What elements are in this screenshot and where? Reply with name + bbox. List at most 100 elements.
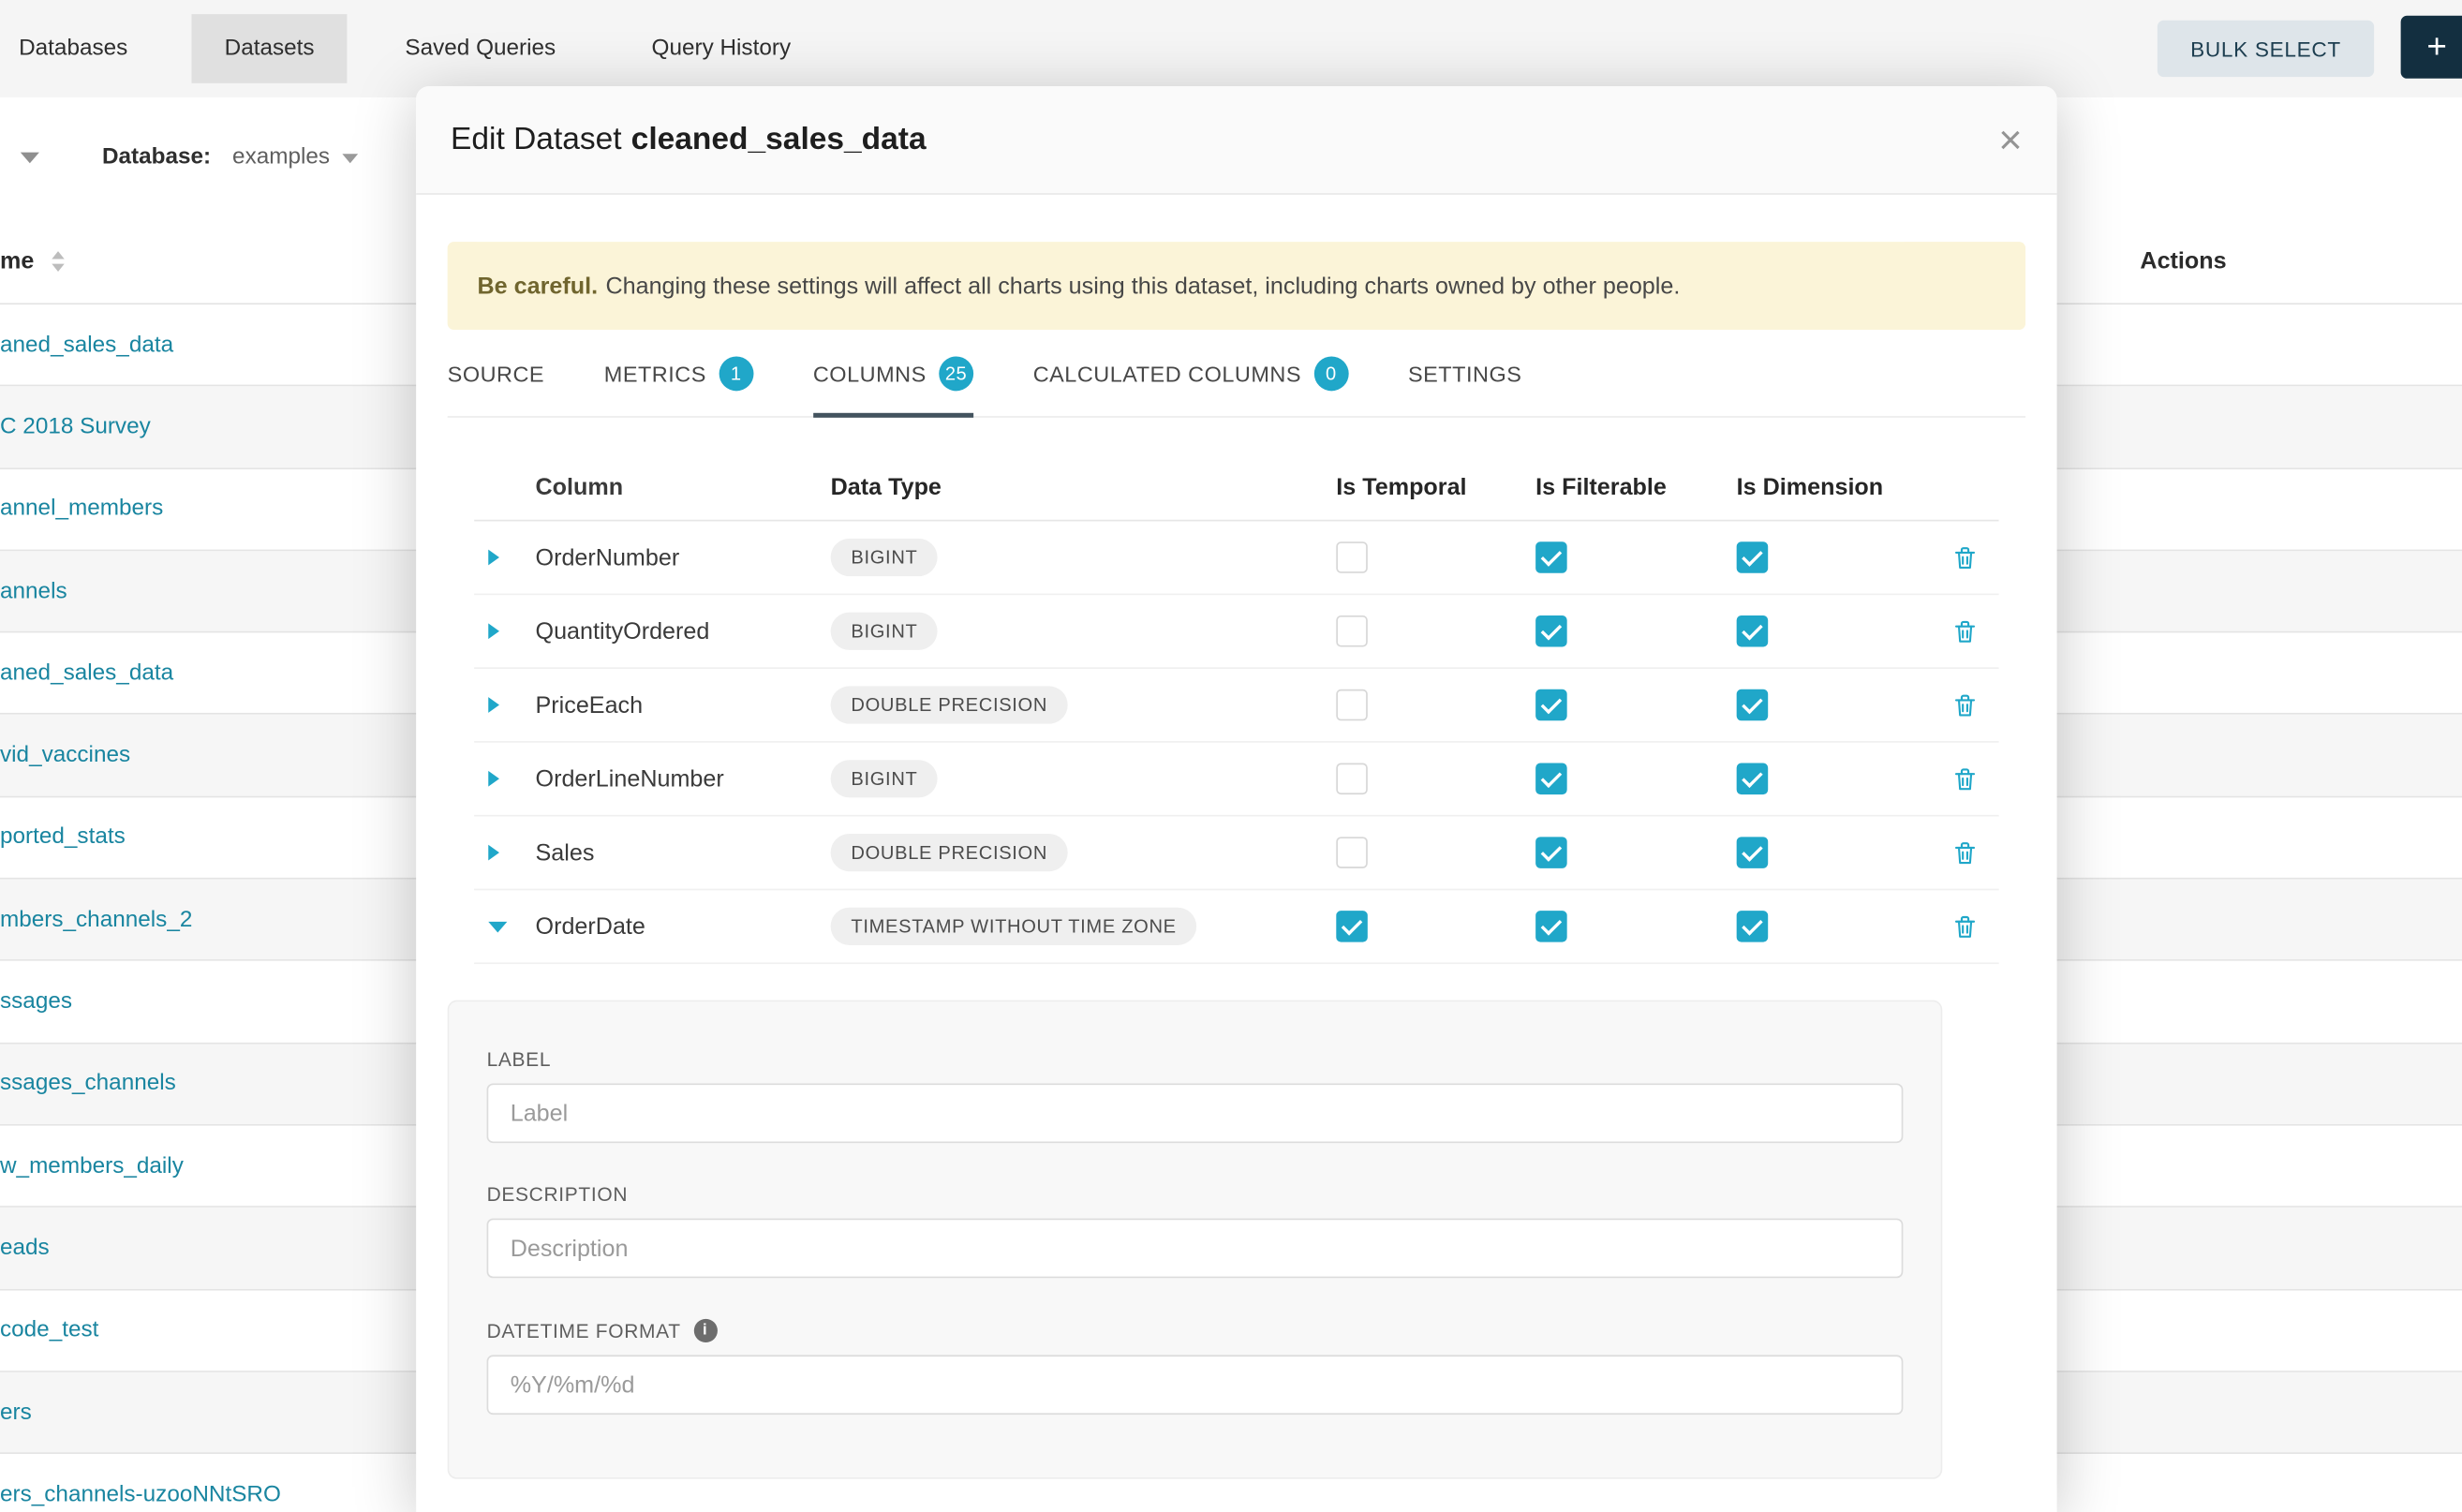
is-temporal-checkbox[interactable] <box>1336 689 1368 721</box>
data-type-pill: DOUBLE PRECISION <box>831 834 1068 871</box>
delete-column-button[interactable] <box>1951 839 1978 866</box>
is-temporal-checkbox[interactable] <box>1336 911 1368 942</box>
bulk-select-button[interactable]: BULK SELECT <box>2158 21 2374 77</box>
filter-select-caret-icon[interactable] <box>21 153 39 164</box>
warning-text: Changing these settings will affect all … <box>605 273 1680 299</box>
tab-settings-label: SETTINGS <box>1408 361 1521 386</box>
datetime-format-label-text: DATETIME FORMAT <box>487 1320 681 1342</box>
dataset-link[interactable]: vid_vaccines <box>0 743 130 768</box>
is-filterable-checkbox[interactable] <box>1535 763 1567 795</box>
header-is-filterable: Is Filterable <box>1535 473 1737 499</box>
dataset-link[interactable]: mbers_channels_2 <box>0 907 192 932</box>
is-temporal-checkbox[interactable] <box>1336 541 1368 573</box>
tab-calculated-columns[interactable]: CALCULATED COLUMNS 0 <box>1033 330 1349 416</box>
dataset-link[interactable]: eads <box>0 1236 50 1261</box>
expand-caret-icon[interactable] <box>488 623 499 639</box>
close-icon[interactable]: × <box>1998 119 2022 160</box>
is-dimension-checkbox[interactable] <box>1737 615 1769 647</box>
tab-source[interactable]: SOURCE <box>448 330 544 416</box>
dataset-link[interactable]: C 2018 Survey <box>0 414 151 439</box>
column-row: Sales DOUBLE PRECISION <box>474 817 1998 891</box>
dataset-link[interactable]: ssages <box>0 989 72 1015</box>
nav-tab-saved-queries[interactable]: Saved Queries <box>405 0 556 97</box>
sort-down-arrow-icon <box>52 264 64 272</box>
is-dimension-checkbox[interactable] <box>1737 689 1769 721</box>
label-field-label: LABEL <box>487 1049 1904 1071</box>
datetime-format-input[interactable] <box>487 1355 1904 1415</box>
column-name: OrderLineNumber <box>536 765 831 792</box>
columns-table: Column Data Type Is Temporal Is Filterab… <box>474 453 1998 964</box>
is-dimension-checkbox[interactable] <box>1737 837 1769 868</box>
dataset-link[interactable]: annels <box>0 579 67 604</box>
database-select-caret-icon[interactable] <box>342 154 358 163</box>
nav-tab-datasets[interactable]: Datasets <box>191 14 347 83</box>
is-temporal-checkbox[interactable] <box>1336 763 1368 795</box>
is-dimension-checkbox[interactable] <box>1737 763 1769 795</box>
dataset-link[interactable]: w_members_daily <box>0 1153 184 1178</box>
is-filterable-checkbox[interactable] <box>1535 689 1567 721</box>
tab-metrics[interactable]: METRICS 1 <box>604 330 753 416</box>
add-dataset-button[interactable]: + <box>2401 16 2462 79</box>
database-filter-value[interactable]: examples <box>232 144 330 170</box>
column-detail-panel: LABEL DESCRIPTION DATETIME FORMAT i <box>448 1001 1943 1479</box>
dataset-link[interactable]: annel_members <box>0 497 163 522</box>
data-type-pill: BIGINT <box>831 613 939 650</box>
tab-columns[interactable]: COLUMNS 25 <box>813 330 973 416</box>
is-dimension-checkbox[interactable] <box>1737 541 1769 573</box>
column-row: OrderNumber BIGINT <box>474 521 1998 595</box>
sort-icon[interactable] <box>52 251 64 272</box>
dataset-link[interactable]: ssages_channels <box>0 1072 176 1097</box>
expand-caret-icon[interactable] <box>488 771 499 787</box>
tab-settings[interactable]: SETTINGS <box>1408 330 1521 416</box>
data-type-pill: BIGINT <box>831 539 939 576</box>
is-temporal-checkbox[interactable] <box>1336 615 1368 647</box>
is-temporal-checkbox[interactable] <box>1336 837 1368 868</box>
dataset-link[interactable]: code_test <box>0 1318 98 1343</box>
header-is-temporal: Is Temporal <box>1336 473 1535 499</box>
dataset-link[interactable]: aned_sales_data <box>0 333 173 358</box>
description-input[interactable] <box>487 1219 1904 1279</box>
dataset-link[interactable]: ers_channels-uzooNNtSRO <box>0 1482 281 1507</box>
database-filter-label: Database: <box>102 144 211 170</box>
description-field-group: DESCRIPTION <box>487 1184 1904 1279</box>
column-name: PriceEach <box>536 691 831 718</box>
label-input[interactable] <box>487 1083 1904 1143</box>
dataset-link[interactable]: ers <box>0 1400 32 1425</box>
tab-columns-label: COLUMNS <box>813 361 927 386</box>
actions-column-header: Actions <box>2140 248 2226 274</box>
delete-column-button[interactable] <box>1951 691 1978 718</box>
nav-tab-databases[interactable]: Databases <box>19 0 127 97</box>
description-field-label: DESCRIPTION <box>487 1184 1904 1206</box>
tab-source-label: SOURCE <box>448 361 544 386</box>
info-icon[interactable]: i <box>693 1319 717 1342</box>
is-filterable-checkbox[interactable] <box>1535 615 1567 647</box>
modal-header: Edit Datasetcleaned_sales_data × <box>416 86 2056 195</box>
trash-icon <box>1951 544 1978 571</box>
datetime-format-field-group: DATETIME FORMAT i <box>487 1319 1904 1415</box>
modal-dataset-name: cleaned_sales_data <box>631 122 927 156</box>
delete-column-button[interactable] <box>1951 913 1978 940</box>
column-name: OrderNumber <box>536 544 831 571</box>
is-filterable-checkbox[interactable] <box>1535 541 1567 573</box>
collapse-caret-icon[interactable] <box>488 921 507 932</box>
is-filterable-checkbox[interactable] <box>1535 837 1567 868</box>
trash-icon <box>1951 618 1978 645</box>
delete-column-button[interactable] <box>1951 765 1978 792</box>
dataset-link[interactable]: ported_stats <box>0 825 126 851</box>
trash-icon <box>1951 765 1978 792</box>
tab-calculated-columns-label: CALCULATED COLUMNS <box>1033 361 1301 386</box>
column-row: OrderLineNumber BIGINT <box>474 743 1998 817</box>
name-column-header[interactable]: me <box>0 248 34 274</box>
is-filterable-checkbox[interactable] <box>1535 911 1567 942</box>
expand-caret-icon[interactable] <box>488 697 499 713</box>
delete-column-button[interactable] <box>1951 544 1978 571</box>
calculated-columns-count-badge: 0 <box>1313 356 1348 391</box>
page: Databases Datasets Saved Queries Query H… <box>0 0 2462 1512</box>
expand-caret-icon[interactable] <box>488 845 499 861</box>
data-type-pill: DOUBLE PRECISION <box>831 686 1068 723</box>
delete-column-button[interactable] <box>1951 618 1978 645</box>
nav-tab-query-history[interactable]: Query History <box>652 0 792 97</box>
expand-caret-icon[interactable] <box>488 550 499 566</box>
is-dimension-checkbox[interactable] <box>1737 911 1769 942</box>
dataset-link[interactable]: aned_sales_data <box>0 660 173 686</box>
